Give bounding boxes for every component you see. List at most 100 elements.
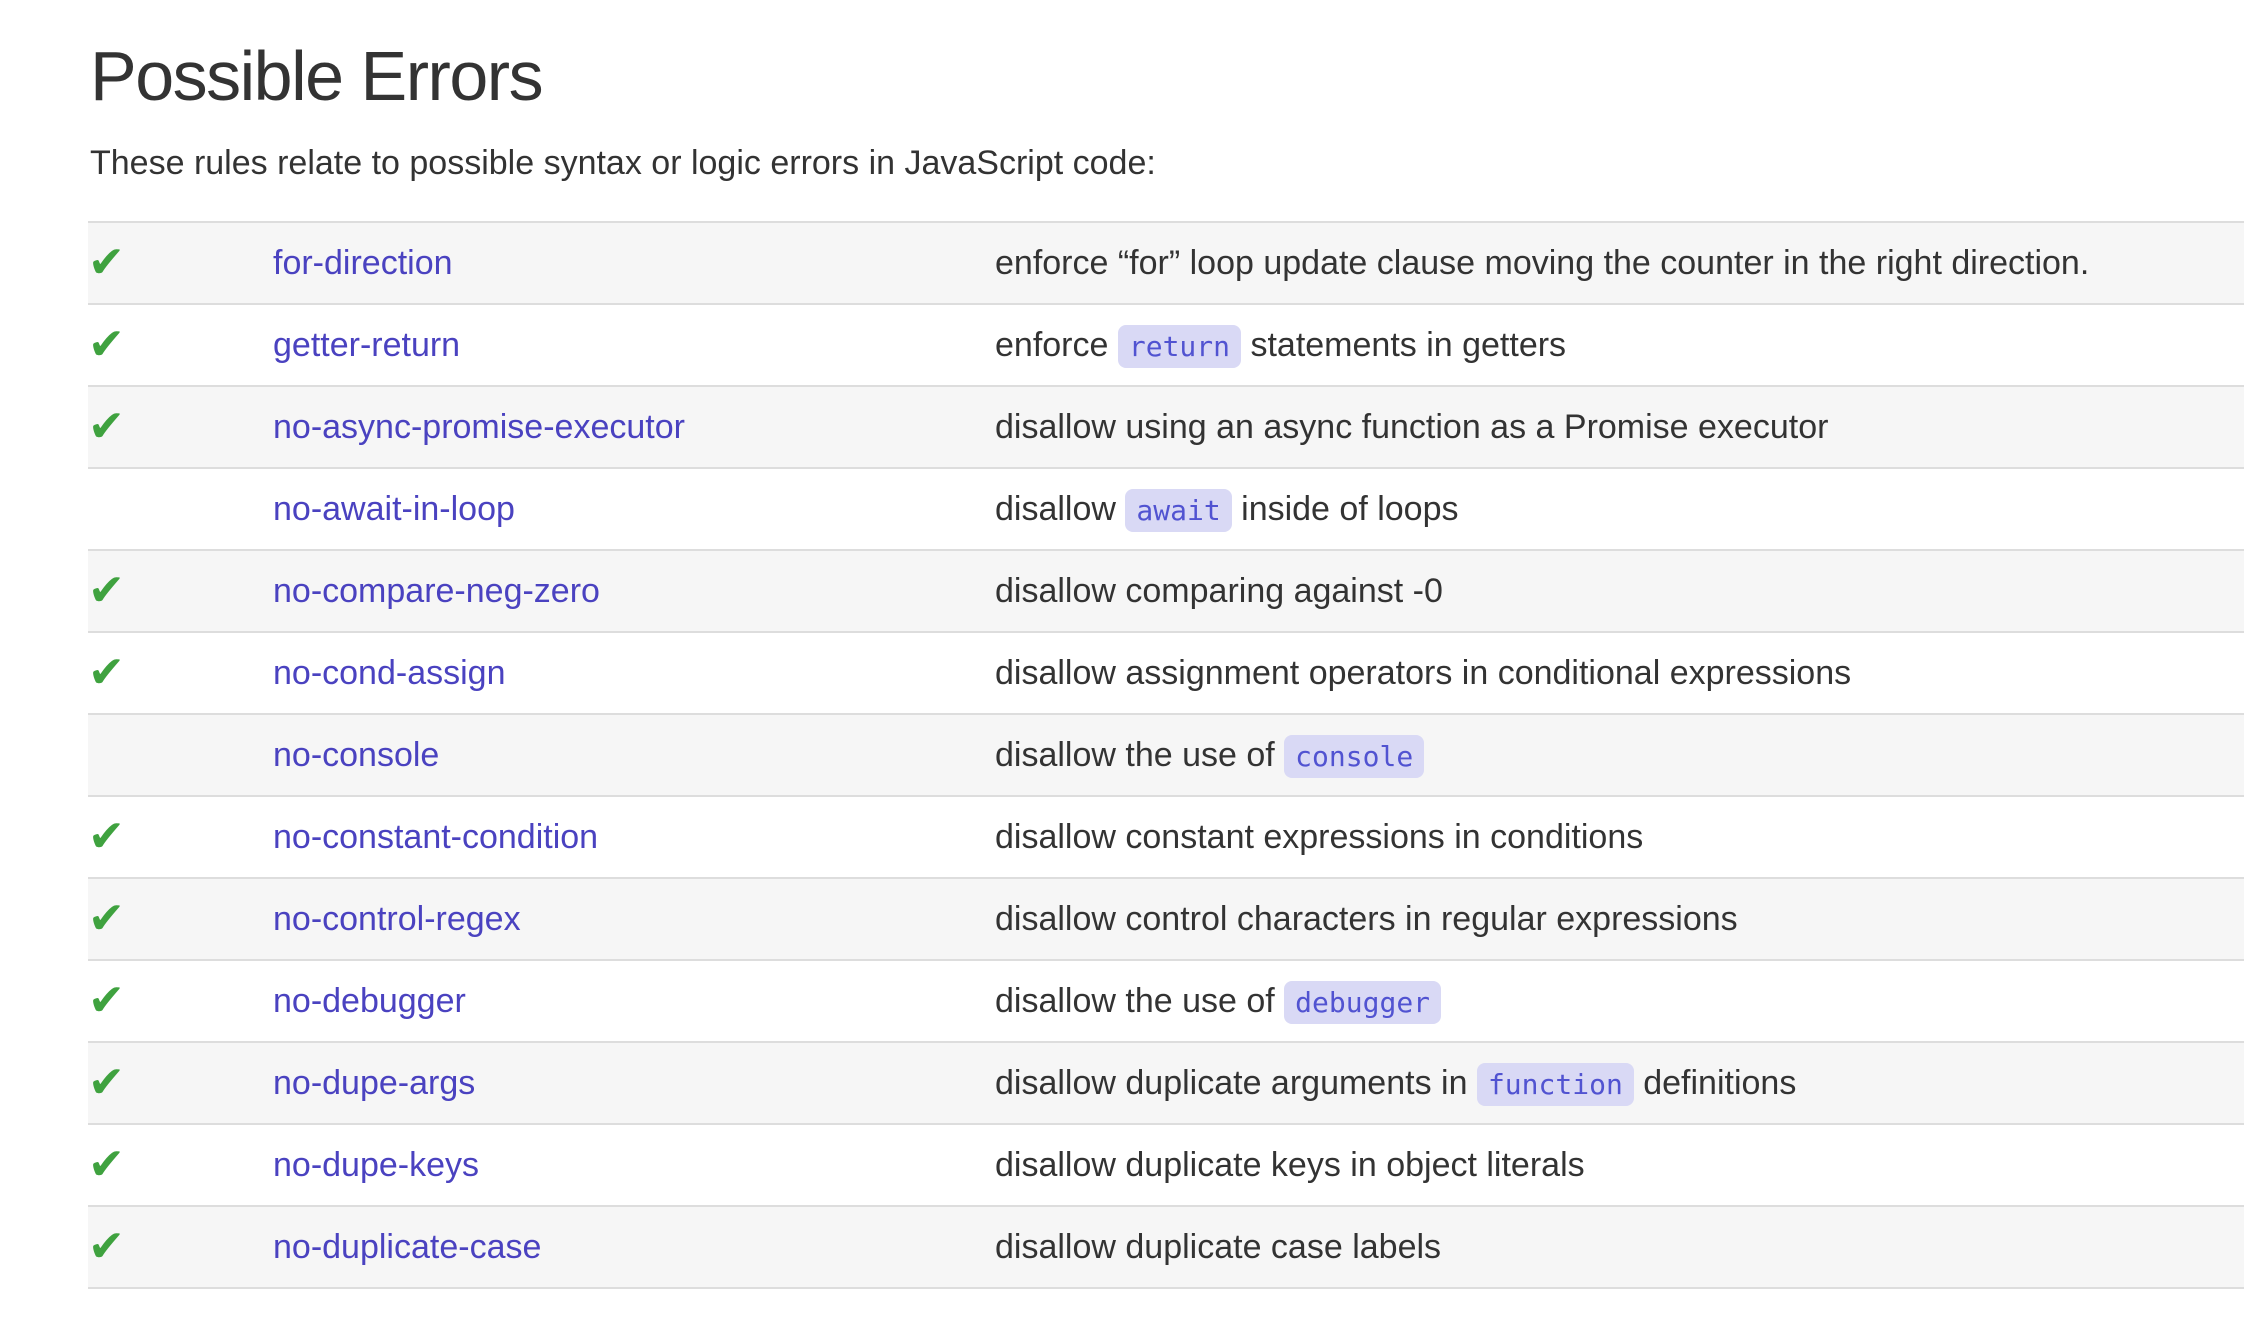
inline-code: function [1477, 1063, 1634, 1106]
recommended-check-icon: ✔ [88, 893, 125, 944]
recommended-cell: ✔ [88, 304, 273, 386]
rule-link[interactable]: no-dupe-keys [273, 1146, 479, 1184]
description-text: enforce [995, 326, 1118, 364]
description-text: disallow comparing against -0 [995, 572, 1443, 610]
description-text: statements in getters [1241, 326, 1566, 364]
rules-table-body: ✔ for-direction enforce “for” loop updat… [88, 222, 2244, 1288]
recommended-cell: ✔ [88, 1042, 273, 1124]
recommended-cell: ✔ [88, 386, 273, 468]
rule-row: ✔ no-async-promise-executor disallow usi… [88, 386, 2244, 468]
rule-description: disallow duplicate case labels [995, 1206, 2244, 1288]
description-text: disallow constant expressions in conditi… [995, 818, 1643, 856]
rule-name-cell: getter-return [273, 304, 995, 386]
rule-row: ✔ no-control-regex disallow control char… [88, 878, 2244, 960]
recommended-check-icon: ✔ [88, 975, 125, 1026]
rule-description: disallow comparing against -0 [995, 550, 2244, 632]
recommended-cell: ✔ [88, 796, 273, 878]
recommended-cell: ✔ [88, 632, 273, 714]
rule-name-cell: no-debugger [273, 960, 995, 1042]
rule-description: disallow constant expressions in conditi… [995, 796, 2244, 878]
rule-description: disallow duplicate arguments in function… [995, 1042, 2244, 1124]
rule-link[interactable]: no-debugger [273, 982, 466, 1020]
recommended-check-icon: ✔ [88, 811, 125, 862]
recommended-cell: ✔ [88, 550, 273, 632]
rule-row: ✔ no-duplicate-case disallow duplicate c… [88, 1206, 2244, 1288]
rule-row: ✔ getter-return enforce return statement… [88, 304, 2244, 386]
recommended-check-icon: ✔ [88, 1139, 125, 1190]
inline-code: debugger [1284, 981, 1441, 1024]
recommended-check-icon: ✔ [88, 647, 125, 698]
rule-link[interactable]: no-await-in-loop [273, 490, 515, 528]
rule-link[interactable]: no-async-promise-executor [273, 408, 685, 446]
description-text: disallow duplicate keys in object litera… [995, 1146, 1585, 1184]
rule-description: disallow assignment operators in conditi… [995, 632, 2244, 714]
rule-link[interactable]: no-console [273, 736, 439, 774]
rule-name-cell: no-control-regex [273, 878, 995, 960]
description-text: disallow the use of [995, 736, 1284, 774]
recommended-cell: ✔ [88, 1206, 273, 1288]
rule-row: ✔ no-compare-neg-zero disallow comparing… [88, 550, 2244, 632]
recommended-cell [88, 714, 273, 796]
rule-name-cell: no-constant-condition [273, 796, 995, 878]
recommended-check-icon: ✔ [88, 1221, 125, 1272]
inline-code: console [1284, 735, 1424, 778]
inline-code: return [1118, 325, 1241, 368]
recommended-cell [88, 468, 273, 550]
recommended-check-icon: ✔ [88, 237, 125, 288]
description-text: enforce “for” loop update clause moving … [995, 244, 2089, 282]
description-text: disallow the use of [995, 982, 1284, 1020]
rule-description: disallow control characters in regular e… [995, 878, 2244, 960]
rule-link[interactable]: no-cond-assign [273, 654, 505, 692]
rule-name-cell: for-direction [273, 222, 995, 304]
rule-link[interactable]: getter-return [273, 326, 460, 364]
rule-description: disallow the use of console [995, 714, 2244, 796]
rule-name-cell: no-console [273, 714, 995, 796]
rule-link[interactable]: for-direction [273, 244, 453, 282]
rule-name-cell: no-compare-neg-zero [273, 550, 995, 632]
rule-link[interactable]: no-duplicate-case [273, 1228, 541, 1266]
description-text: definitions [1634, 1064, 1797, 1102]
description-text: disallow control characters in regular e… [995, 900, 1738, 938]
recommended-cell: ✔ [88, 960, 273, 1042]
rule-name-cell: no-cond-assign [273, 632, 995, 714]
rule-name-cell: no-dupe-args [273, 1042, 995, 1124]
rule-row: ✔ no-dupe-args disallow duplicate argume… [88, 1042, 2244, 1124]
rule-row: ✔ no-constant-condition disallow constan… [88, 796, 2244, 878]
description-text: disallow duplicate arguments in [995, 1064, 1477, 1102]
description-text: disallow assignment operators in conditi… [995, 654, 1851, 692]
recommended-check-icon: ✔ [88, 1057, 125, 1108]
rule-row: ✔ no-cond-assign disallow assignment ope… [88, 632, 2244, 714]
rule-link[interactable]: no-constant-condition [273, 818, 598, 856]
intro-text: These rules relate to possible syntax or… [90, 141, 2244, 185]
rule-name-cell: no-async-promise-executor [273, 386, 995, 468]
docs-content: Possible Errors These rules relate to po… [0, 38, 2244, 1289]
inline-code: await [1125, 489, 1231, 532]
rule-row: no-console disallow the use of console [88, 714, 2244, 796]
rule-description: enforce return statements in getters [995, 304, 2244, 386]
description-text: disallow duplicate case labels [995, 1228, 1441, 1266]
recommended-check-icon: ✔ [88, 401, 125, 452]
rule-link[interactable]: no-control-regex [273, 900, 521, 938]
page-title: Possible Errors [90, 38, 2244, 115]
description-text: inside of loops [1232, 490, 1459, 528]
recommended-cell: ✔ [88, 878, 273, 960]
rule-link[interactable]: no-dupe-args [273, 1064, 475, 1102]
rule-name-cell: no-dupe-keys [273, 1124, 995, 1206]
recommended-check-icon: ✔ [88, 319, 125, 370]
rule-description: disallow using an async function as a Pr… [995, 386, 2244, 468]
rule-description: disallow the use of debugger [995, 960, 2244, 1042]
recommended-cell: ✔ [88, 1124, 273, 1206]
rule-link[interactable]: no-compare-neg-zero [273, 572, 600, 610]
rule-description: disallow duplicate keys in object litera… [995, 1124, 2244, 1206]
rule-description: enforce “for” loop update clause moving … [995, 222, 2244, 304]
rule-description: disallow await inside of loops [995, 468, 2244, 550]
rule-row: ✔ no-debugger disallow the use of debugg… [88, 960, 2244, 1042]
rule-name-cell: no-duplicate-case [273, 1206, 995, 1288]
rule-name-cell: no-await-in-loop [273, 468, 995, 550]
rule-row: ✔ for-direction enforce “for” loop updat… [88, 222, 2244, 304]
recommended-check-icon: ✔ [88, 565, 125, 616]
rules-table: ✔ for-direction enforce “for” loop updat… [88, 221, 2244, 1289]
rule-row: ✔ no-dupe-keys disallow duplicate keys i… [88, 1124, 2244, 1206]
description-text: disallow using an async function as a Pr… [995, 408, 1828, 446]
description-text: disallow [995, 490, 1125, 528]
